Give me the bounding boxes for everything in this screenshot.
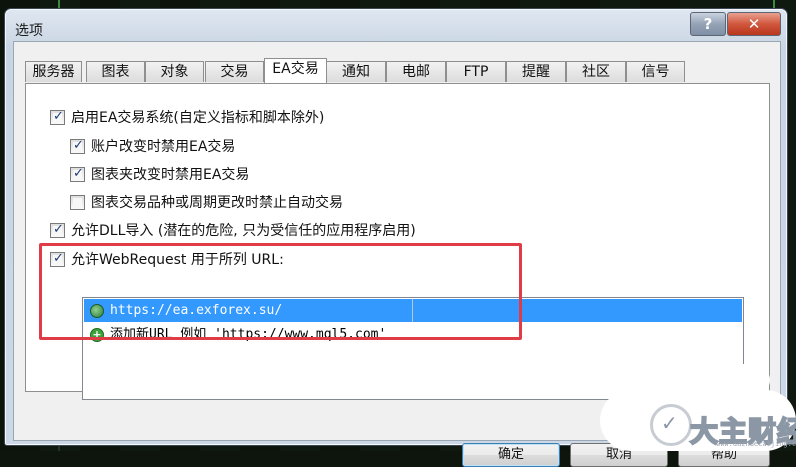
allow-dll-checkbox[interactable]: ✓ (50, 222, 65, 238)
tab-notifications[interactable]: 通知 (326, 61, 386, 82)
option-label: 图表夹改变时禁用EA交易 (91, 167, 250, 183)
option-label: 允许DLL导入 (潜在的危险, 只为受信任的应用程序启用) (71, 223, 416, 239)
tab-alerts[interactable]: 提醒 (506, 61, 566, 82)
option-label: 启用EA交易系统(自定义指标和脚本除外) (71, 110, 325, 126)
disable-on-profile-change-checkbox[interactable]: ✓ (70, 166, 85, 182)
dialog-body: 服务器 图表 对象 交易 EA交易 通知 电邮 FTP 提醒 社区 信号 ✓ 启… (13, 41, 781, 467)
help-button[interactable]: 帮助 (678, 443, 770, 467)
tab-expert-advisors[interactable]: EA交易 (264, 58, 327, 83)
ea-tab-panel: ✓ 启用EA交易系统(自定义指标和脚本除外) ✓ 账户改变时禁用EA交易 ✓ 图… (25, 83, 770, 400)
help-icon[interactable]: ? (690, 12, 726, 36)
tab-email[interactable]: 电邮 (386, 61, 446, 82)
tab-server[interactable]: 服务器 (25, 61, 82, 82)
ok-button[interactable]: 确定 (462, 443, 560, 467)
option-label: 图表交易品种或周期更改时禁止自动交易 (91, 195, 343, 211)
enable-ea-checkbox[interactable]: ✓ (50, 109, 65, 125)
disable-on-account-change-checkbox[interactable]: ✓ (70, 138, 85, 154)
title-bar[interactable]: 选项 ? ✕ (5, 9, 787, 41)
annotation-highlight-box (39, 243, 522, 340)
allow-webrequest-checkbox[interactable]: ✓ (50, 251, 65, 267)
tab-signals[interactable]: 信号 (626, 61, 685, 82)
tab-ftp[interactable]: FTP (446, 61, 506, 82)
tab-trade[interactable]: 交易 (205, 61, 264, 82)
option-label: 账户改变时禁用EA交易 (91, 139, 236, 155)
cancel-button[interactable]: 取消 (570, 443, 668, 467)
options-dialog: 选项 ? ✕ 服务器 图表 对象 交易 EA交易 通知 电邮 FTP 提醒 社区… (4, 8, 788, 467)
dialog-title: 选项 (15, 23, 43, 39)
tab-charts[interactable]: 图表 (86, 61, 145, 82)
close-icon[interactable]: ✕ (727, 12, 781, 36)
disable-on-symbol-change-checkbox[interactable] (70, 195, 85, 210)
tab-objects[interactable]: 对象 (145, 61, 204, 82)
tab-community[interactable]: 社区 (566, 61, 626, 82)
